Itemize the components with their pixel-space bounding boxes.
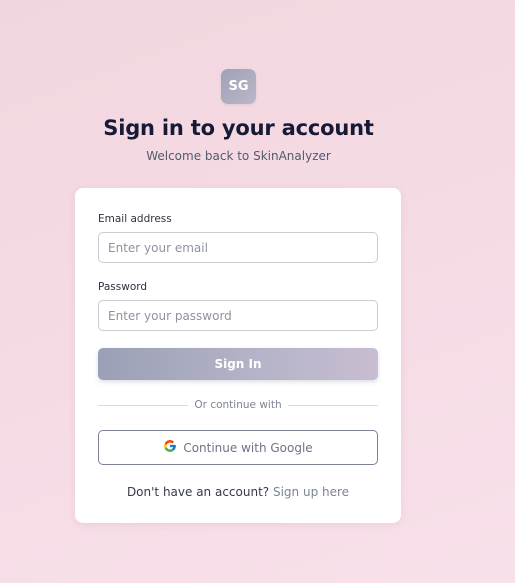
signin-card: Email address Password Sign In Or contin… xyxy=(75,188,401,523)
google-button-label: Continue with Google xyxy=(183,440,313,455)
signup-prompt-text: Don't have an account? xyxy=(126,485,270,499)
signup-link[interactable]: Sign up here xyxy=(273,485,349,499)
divider-text: Or continue with xyxy=(194,399,282,411)
password-label: Password xyxy=(98,281,148,293)
divider-line-right xyxy=(287,404,379,406)
email-input[interactable] xyxy=(98,232,378,263)
divider-line-left xyxy=(98,404,189,406)
email-label: Email address xyxy=(98,213,172,225)
sign-in-button[interactable]: Sign In xyxy=(98,348,378,380)
divider: Or continue with xyxy=(98,398,379,412)
signup-prompt: Don't have an account? Sign up here xyxy=(75,485,401,499)
page-subtitle: Welcome back to SkinAnalyzer xyxy=(146,149,331,163)
google-g-icon xyxy=(163,439,177,456)
google-signin-button[interactable]: Continue with Google xyxy=(98,430,378,465)
password-input[interactable] xyxy=(98,300,378,331)
app-logo: SG xyxy=(221,69,256,104)
page-title: Sign in to your account xyxy=(103,116,374,140)
